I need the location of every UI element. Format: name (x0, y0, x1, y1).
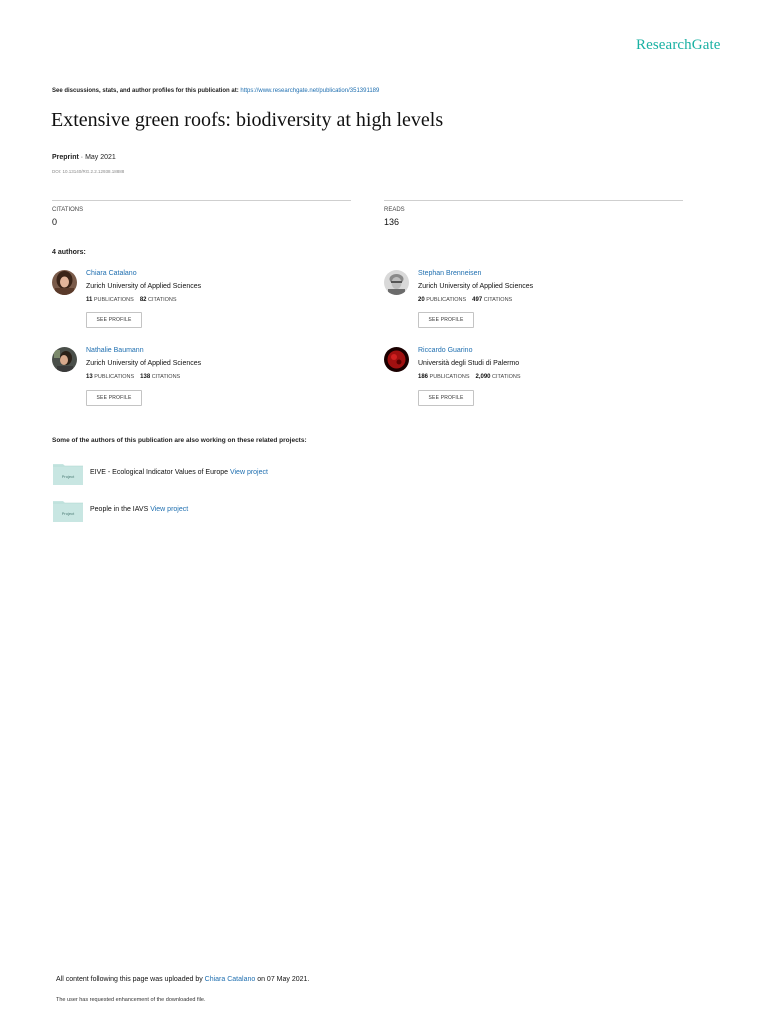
citations-label: CITATIONS (52, 207, 84, 213)
see-profile-button[interactable]: SEE PROFILE (418, 390, 474, 406)
publications-label: PUBLICATIONS (94, 374, 135, 380)
researchgate-logo[interactable]: ResearchGate (636, 37, 720, 54)
publications-count: 11 (86, 297, 93, 303)
discussion-text: See discussions, stats, and author profi… (52, 88, 241, 94)
project-title: EIVE - Ecological Indicator Values of Eu… (90, 469, 268, 476)
upload-prefix: All content following this page was uplo… (56, 976, 205, 983)
avatar[interactable] (52, 347, 77, 372)
citations-label: CITATIONS (483, 297, 513, 303)
view-project-link[interactable]: View project (230, 469, 268, 476)
uploader-link[interactable]: Chiara Catalano (205, 976, 256, 983)
publications-count: 20 (418, 297, 425, 303)
see-profile-button[interactable]: SEE PROFILE (86, 390, 142, 406)
see-profile-button[interactable]: SEE PROFILE (418, 312, 474, 328)
publications-label: PUBLICATIONS (426, 297, 467, 303)
author-stats: 186 PUBLICATIONS 2,090 CITATIONS (418, 374, 521, 380)
author-institution: Zurich University of Applied Sciences (418, 283, 534, 290)
project-item: Project People in the IAVS View project (53, 499, 453, 523)
citations-count: 2,090 (475, 374, 491, 380)
author-name[interactable]: Nathalie Baumann (86, 347, 144, 354)
author-card: Chiara Catalano Zurich University of App… (52, 270, 352, 340)
author-stats: 20 PUBLICATIONS 497 CITATIONS (418, 297, 512, 303)
citations-label: CITATIONS (148, 297, 177, 303)
publication-date: · May 2021 (78, 154, 116, 161)
author-card: Nathalie Baumann Zurich University of Ap… (52, 347, 352, 417)
publication-meta: Preprint · May 2021 (52, 154, 116, 161)
author-institution: Zurich University of Applied Sciences (86, 283, 202, 290)
doi: DOI: 10.13140/RG.2.2.12938.18888 (52, 169, 125, 174)
avatar[interactable] (384, 347, 409, 372)
reads-label: READS (384, 207, 405, 213)
discussion-line: See discussions, stats, and author profi… (52, 88, 379, 94)
citations-count: 138 (140, 374, 151, 380)
citations-value: 0 (52, 217, 58, 227)
project-icon-label: Project (62, 474, 75, 479)
enhancement-note: The user has requested enhancement of th… (56, 997, 206, 1003)
citations-count: 82 (139, 297, 147, 303)
upload-suffix: on 07 May 2021. (255, 976, 310, 983)
reads-value: 136 (384, 217, 400, 227)
author-card: Stephan Brenneisen Zurich University of … (384, 270, 684, 340)
publication-link[interactable]: https://www.researchgate.net/publication… (240, 88, 379, 94)
project-icon-label: Project (62, 511, 75, 516)
citations-divider (52, 200, 351, 201)
author-stats: 13 PUBLICATIONS 138 CITATIONS (86, 374, 180, 380)
project-folder-icon: Project (53, 462, 83, 485)
project-name: EIVE - Ecological Indicator Values of Eu… (90, 469, 230, 476)
publications-count: 13 (86, 374, 93, 380)
see-profile-button[interactable]: SEE PROFILE (86, 312, 142, 328)
publications-count: 186 (418, 374, 429, 380)
avatar[interactable] (52, 270, 77, 295)
author-name[interactable]: Chiara Catalano (86, 270, 137, 277)
publications-label: PUBLICATIONS (93, 297, 134, 303)
reads-divider (384, 200, 683, 201)
project-item: Project EIVE - Ecological Indicator Valu… (53, 462, 453, 486)
upload-info: All content following this page was uplo… (56, 976, 309, 983)
page-title: Extensive green roofs: biodiversity at h… (51, 109, 444, 131)
project-name: People in the IAVS (90, 506, 151, 513)
citations-label: CITATIONS (492, 374, 521, 380)
author-name[interactable]: Riccardo Guarino (418, 347, 472, 354)
author-institution: Zurich University of Applied Sciences (86, 360, 202, 367)
citations-label: CITATIONS (151, 374, 181, 380)
view-project-link[interactable]: View project (150, 506, 188, 513)
author-institution: Università degli Studi di Palermo (418, 360, 520, 367)
authors-heading: 4 authors: (52, 249, 86, 256)
related-projects-heading: Some of the authors of this publication … (52, 437, 307, 444)
project-title: People in the IAVS View project (90, 506, 188, 513)
publications-label: PUBLICATIONS (429, 374, 470, 380)
publication-type: Preprint (52, 154, 79, 161)
citations-count: 497 (472, 297, 483, 303)
author-card: Riccardo Guarino Università degli Studi … (384, 347, 684, 417)
avatar[interactable] (384, 270, 409, 295)
author-name[interactable]: Stephan Brenneisen (418, 270, 481, 277)
author-stats: 11 PUBLICATIONS 82 CITATIONS (86, 297, 177, 303)
project-folder-icon: Project (53, 499, 83, 522)
